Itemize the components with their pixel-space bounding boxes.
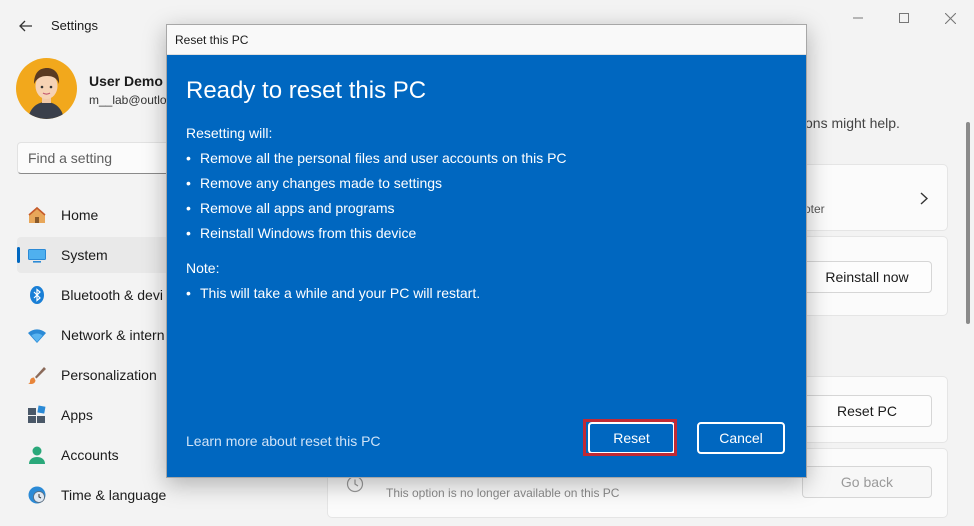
bluetooth-icon xyxy=(30,286,44,304)
list-item: • Reinstall Windows from this device xyxy=(186,225,417,241)
home-icon xyxy=(28,206,46,223)
sidebar-item-label: Apps xyxy=(61,407,93,423)
reset-highlight-annotation xyxy=(583,419,677,456)
list-item-text: Reinstall Windows from this device xyxy=(200,225,417,241)
list-item-text: This will take a while and your PC will … xyxy=(200,285,481,301)
help-hint-text: ons might help. xyxy=(805,115,900,131)
user-email: m__lab@outlo xyxy=(89,93,167,107)
list-item: • Remove all apps and programs xyxy=(186,200,395,216)
close-window-button[interactable] xyxy=(927,6,973,30)
list-item: • Remove all the personal files and user … xyxy=(186,150,567,166)
sidebar-item-label: Bluetooth & devi xyxy=(61,287,163,303)
brush-icon xyxy=(28,367,46,385)
accounts-icon xyxy=(29,446,45,464)
user-name: User Demo xyxy=(89,73,163,89)
sidebar-item-label: System xyxy=(61,247,108,263)
list-item-text: Remove all the personal files and user a… xyxy=(200,150,567,166)
list-item: • Remove any changes made to settings xyxy=(186,175,443,191)
sidebar-item-label: Network & intern xyxy=(61,327,165,343)
go-back-button: Go back xyxy=(802,466,932,498)
dialog-heading: Ready to reset this PC xyxy=(186,77,427,104)
back-arrow-icon xyxy=(19,20,32,32)
avatar-person-icon xyxy=(28,68,64,119)
sidebar-item-label: Home xyxy=(61,207,99,223)
selection-indicator xyxy=(17,247,20,263)
network-icon xyxy=(28,329,46,343)
back-button[interactable] xyxy=(12,12,40,40)
sidebar-item-label: Accounts xyxy=(61,447,119,463)
minimize-icon xyxy=(853,17,863,19)
dialog-titlebar: Reset this PC xyxy=(167,25,806,55)
list-item-text: Remove all apps and programs xyxy=(200,200,395,216)
note-label: Note: xyxy=(186,260,220,276)
apps-icon xyxy=(28,405,46,423)
sidebar-item-label: Personalization xyxy=(61,367,157,383)
cancel-button[interactable]: Cancel xyxy=(697,422,785,454)
reinstall-now-button[interactable]: Reinstall now xyxy=(802,261,932,293)
maximize-button[interactable] xyxy=(881,6,927,30)
minimize-button[interactable] xyxy=(835,6,881,30)
reset-pc-button[interactable]: Reset PC xyxy=(802,395,932,427)
sidebar-item-label: Time & language xyxy=(61,487,167,503)
sidebar-item-time-language[interactable]: Time & language xyxy=(17,477,207,513)
scrollbar[interactable] xyxy=(966,122,970,324)
app-title: Settings xyxy=(51,18,98,33)
close-icon xyxy=(944,12,956,24)
globe-clock-icon xyxy=(28,486,46,504)
maximize-icon xyxy=(899,13,909,23)
dialog-body: Ready to reset this PC Resetting will: •… xyxy=(167,55,806,477)
troubleshooter-text: oter xyxy=(804,202,825,216)
resetting-label: Resetting will: xyxy=(186,125,273,141)
dialog-title: Reset this PC xyxy=(175,33,249,47)
reset-pc-dialog: Reset this PC Ready to reset this PC Res… xyxy=(166,24,807,478)
list-item: • This will take a while and your PC will… xyxy=(186,285,481,301)
chevron-right-icon xyxy=(920,192,928,205)
list-item-text: Remove any changes made to settings xyxy=(200,175,443,191)
learn-more-link[interactable]: Learn more about reset this PC xyxy=(186,433,381,449)
system-icon xyxy=(28,249,46,263)
avatar xyxy=(16,58,77,119)
go-back-note: This option is no longer available on th… xyxy=(386,486,620,500)
